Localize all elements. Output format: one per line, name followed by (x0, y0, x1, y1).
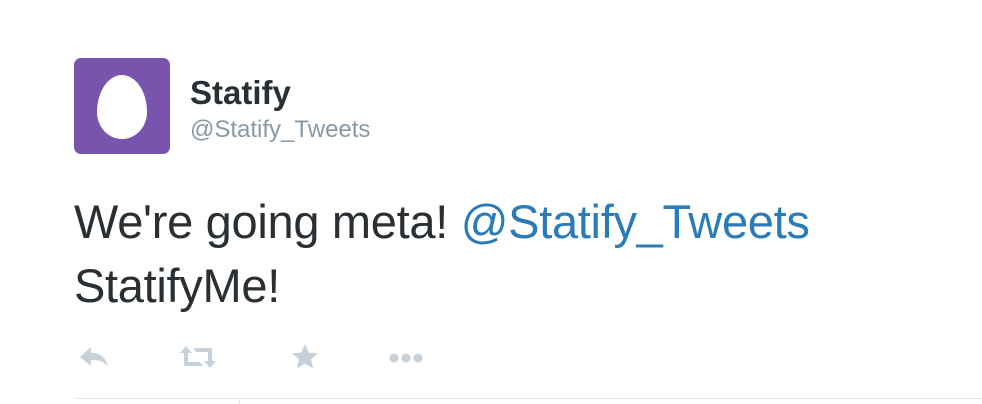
reply-icon[interactable] (76, 340, 112, 374)
tweet-card: Statify @Statify_Tweets We're going meta… (0, 0, 982, 404)
mention-link[interactable]: @Statify_Tweets (461, 195, 810, 248)
stats-divider (74, 398, 982, 399)
retweet-icon[interactable] (176, 340, 220, 374)
user-display-name[interactable]: Statify (190, 74, 291, 112)
default-egg-avatar-icon (97, 75, 147, 139)
user-handle[interactable]: @Statify_Tweets (190, 116, 370, 144)
tweet-text-part: We're going meta! (74, 195, 461, 248)
tweet-actions (76, 340, 476, 374)
favorite-star-icon[interactable] (288, 340, 322, 374)
more-dots-icon[interactable] (386, 340, 430, 374)
stats-divider-tick (239, 398, 240, 404)
avatar[interactable] (74, 58, 170, 154)
tweet-text-part: StatifyMe! (74, 259, 280, 312)
tweet-text: We're going meta! @Statify_Tweets Statif… (74, 190, 974, 318)
